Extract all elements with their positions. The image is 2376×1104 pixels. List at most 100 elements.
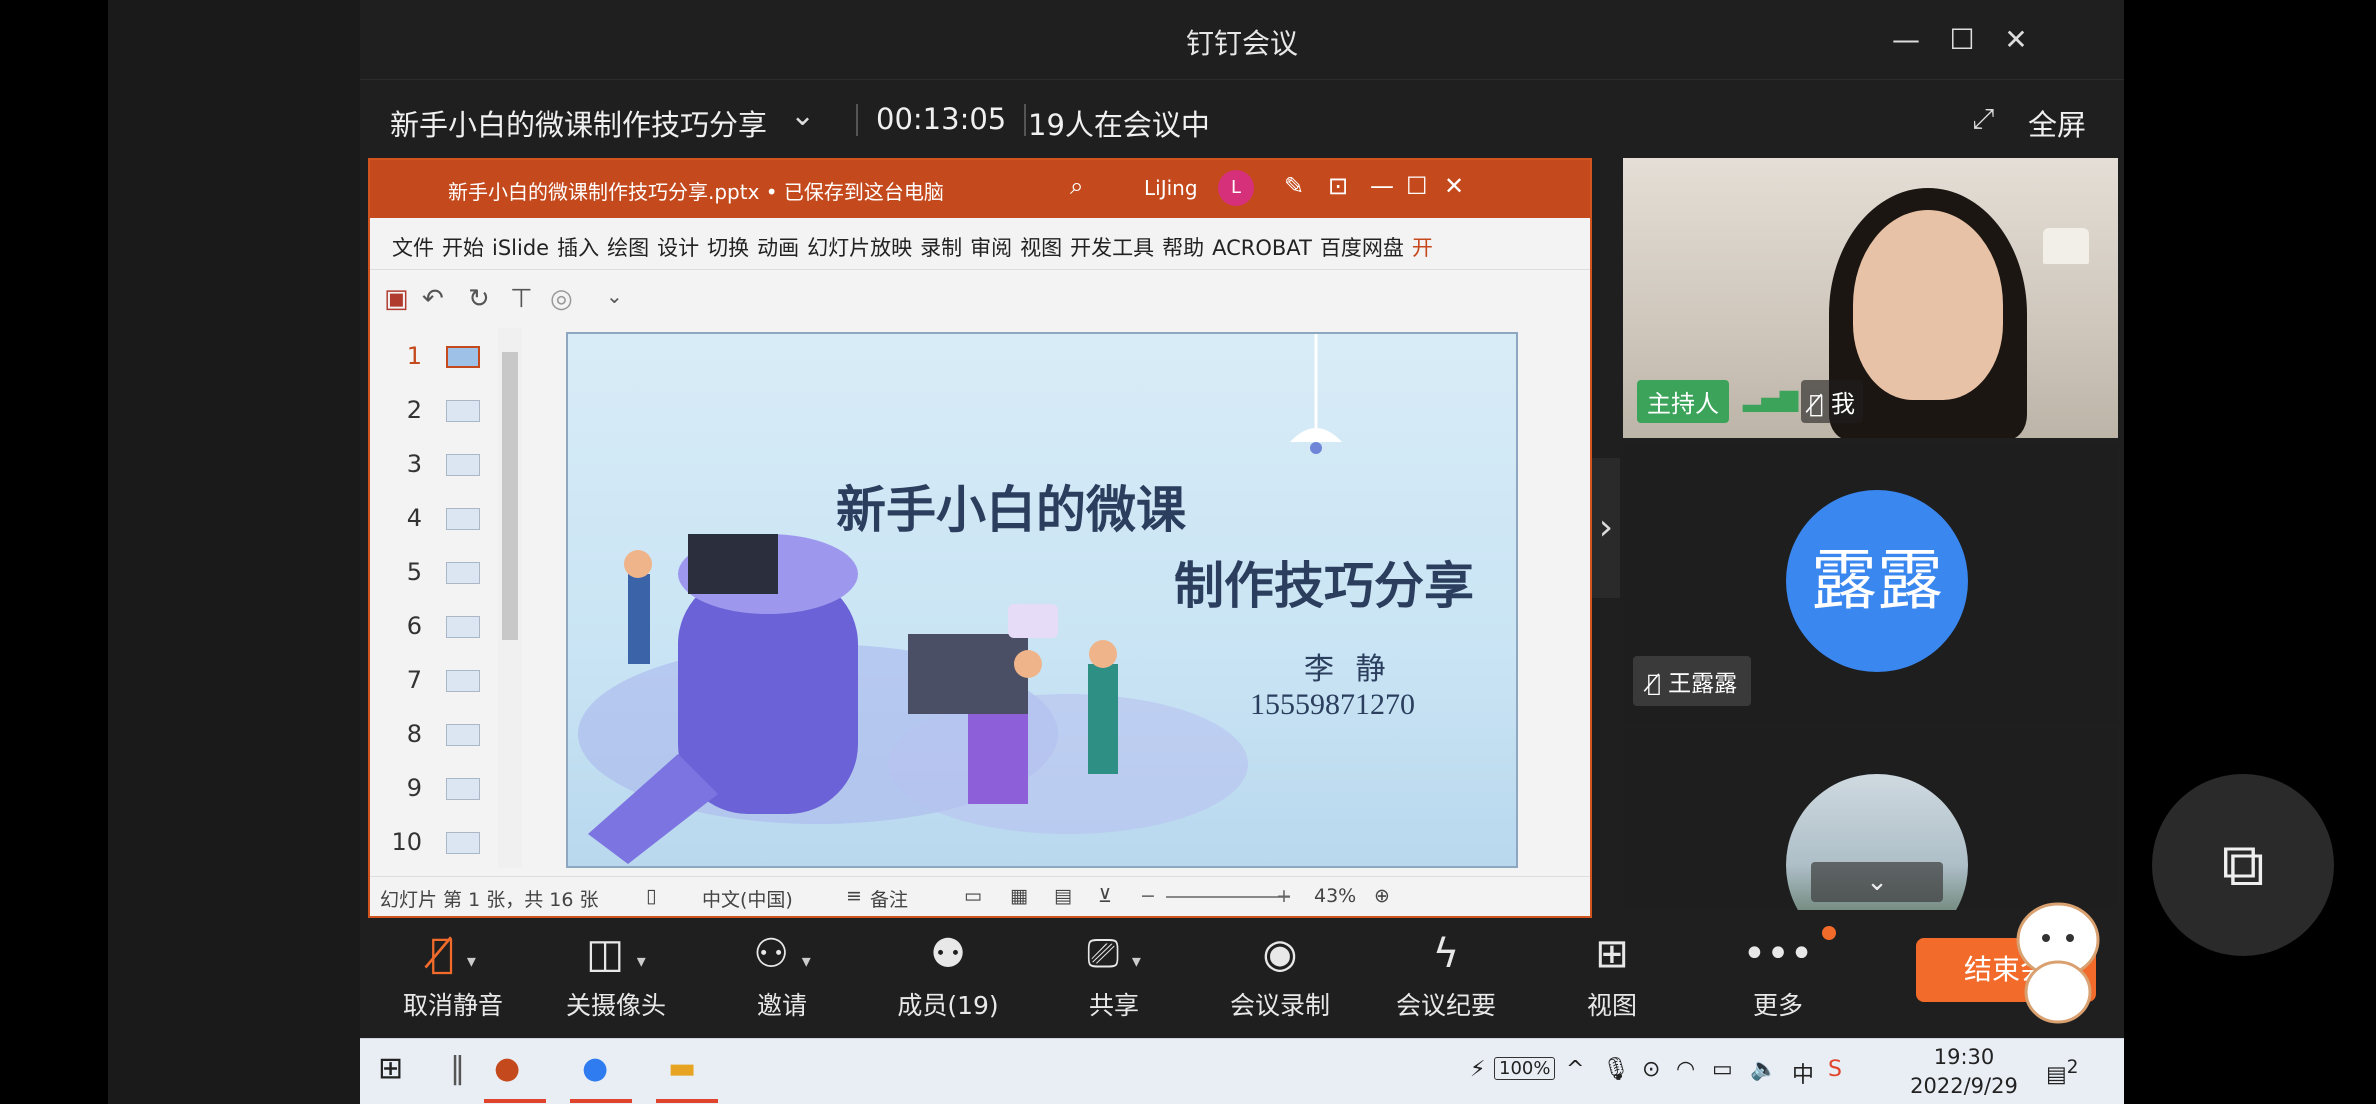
plug-icon[interactable]: ⚡ [1470, 1057, 1485, 1082]
ribbon-tab[interactable]: 录制 [920, 218, 962, 262]
file-explorer-icon[interactable]: ▬ [668, 1051, 696, 1086]
ribbon-tab[interactable]: 动画 [757, 218, 799, 262]
slide-thumbnail[interactable]: 5 [388, 548, 508, 598]
accessibility-icon[interactable]: ▯ [646, 885, 656, 907]
ribbon-tab[interactable]: 百度网盘 [1320, 218, 1404, 262]
ppt-minimize-icon[interactable]: — [1370, 172, 1394, 200]
members-button[interactable]: ⚉ 成员(19) [868, 928, 1028, 1022]
fullscreen-icon[interactable]: ⤢ [1972, 102, 1994, 136]
usb-icon[interactable]: ▭ [1712, 1057, 1733, 1082]
ribbon-tab[interactable]: ACROBAT [1212, 222, 1312, 260]
unmute-button[interactable]: 🎙̸ ▾ 取消静音 [373, 928, 533, 1022]
search-icon[interactable]: ⌕ [1070, 172, 1083, 200]
slide-thumbnail[interactable]: 2 [388, 386, 508, 436]
language-indicator[interactable]: 中文(中国) [702, 885, 793, 912]
chevron-down-icon[interactable]: ⌄ [1811, 862, 1943, 902]
start-icon[interactable]: ⊞ [378, 1051, 403, 1086]
powerpoint-icon[interactable]: ● [494, 1051, 520, 1086]
chevron-down-icon[interactable]: ⌄ [790, 98, 815, 133]
slide-thumbnail[interactable]: 10 [388, 818, 508, 868]
participant-count[interactable]: 19人在会议中 [1028, 102, 1210, 144]
slide-thumbnail[interactable]: 4 [388, 494, 508, 544]
minimize-button[interactable]: — [1884, 18, 1928, 62]
normal-view-icon[interactable]: ▭ [964, 885, 982, 907]
ribbon-tab[interactable]: 开发工具 [1070, 218, 1154, 262]
ppt-filename[interactable]: 新手小白的微课制作技巧分享.pptx • 已保存到这台电脑 [448, 176, 944, 205]
battery-indicator[interactable]: 100% [1494, 1057, 1556, 1080]
slide-thumbnail[interactable]: 3 [388, 440, 508, 490]
fit-slide-icon[interactable]: ⊕ [1374, 885, 1390, 907]
chevron-up-icon[interactable]: ^ [1566, 1057, 1584, 1082]
meeting-title[interactable]: 新手小白的微课制作技巧分享 [390, 102, 767, 144]
slideshow-icon[interactable]: ⊻ [1098, 885, 1112, 907]
microphone-icon[interactable]: 🎙 [1602, 1057, 1630, 1082]
security-icon[interactable]: ⊙ [1642, 1057, 1660, 1082]
share-button[interactable]: ⎚ ▾ 共享 [1034, 928, 1194, 1022]
caret-down-icon[interactable]: ▾ [802, 951, 811, 972]
customize-qat-icon[interactable]: ⌄ [606, 284, 623, 308]
minutes-button[interactable]: ϟ 会议纪要 [1366, 928, 1526, 1022]
slide-thumbnail[interactable]: 6 [388, 602, 508, 652]
thumbnail-scrollbar[interactable] [498, 328, 522, 868]
undo-icon[interactable]: ↶ [422, 284, 444, 314]
zoom-in-icon[interactable]: + [1276, 885, 1292, 907]
record-button[interactable]: ◉ 会议录制 [1200, 928, 1360, 1022]
speaker-icon[interactable]: 🔈 [1750, 1057, 1777, 1082]
notification-icon[interactable]: ▤2 [2046, 1057, 2078, 1087]
ribbon-tab[interactable]: iSlide [492, 222, 549, 260]
zoom-level[interactable]: 43% [1314, 885, 1356, 907]
reading-view-icon[interactable]: ▤ [1054, 885, 1072, 907]
ribbon-tab[interactable]: 设计 [657, 218, 699, 262]
slide-thumbnail[interactable]: 7 [388, 656, 508, 706]
view-button[interactable]: ⊞ 视图 [1532, 928, 1692, 1022]
ribbon-tab[interactable]: 开 [1412, 218, 1433, 262]
designer-icon[interactable]: ✎ [1284, 172, 1304, 200]
record-label: 会议录制 [1229, 991, 1330, 1020]
ribbon-tab[interactable]: 绘图 [607, 218, 649, 262]
slide-thumbnail[interactable]: 9 [388, 764, 508, 814]
caret-down-icon[interactable]: ▾ [467, 951, 476, 972]
ime-indicator[interactable]: 中 [1792, 1057, 1814, 1089]
collapse-panel-button[interactable]: › [1592, 458, 1620, 598]
shapes-icon[interactable]: ◎ [550, 284, 573, 314]
wifi-icon[interactable]: ◠ [1676, 1057, 1695, 1082]
avatar[interactable]: L [1218, 170, 1254, 206]
notes-icon[interactable]: ≡ [846, 885, 862, 907]
invite-button[interactable]: ⚇ ▾ 邀请 [702, 928, 862, 1022]
ribbon-tab[interactable]: 审阅 [970, 218, 1012, 262]
caret-down-icon[interactable]: ▾ [637, 951, 646, 972]
zoom-slider[interactable] [1166, 896, 1290, 898]
format-painter-icon[interactable]: ⊤ [510, 284, 533, 314]
close-button[interactable]: ✕ [1994, 18, 2038, 62]
caret-down-icon[interactable]: ▾ [1132, 951, 1141, 972]
more-button[interactable]: ••• 更多 [1698, 928, 1858, 1022]
slide-scrollbar[interactable] [1564, 328, 1590, 868]
zoom-out-icon[interactable]: − [1140, 885, 1156, 907]
ribbon-tab[interactable]: 帮助 [1162, 218, 1204, 262]
fullscreen-button[interactable]: 全屏 [2028, 102, 2086, 144]
maximize-button[interactable]: ☐ [1940, 18, 1984, 62]
slide-thumbnail[interactable]: 8 [388, 710, 508, 760]
ribbon-display-icon[interactable]: ⊡ [1328, 172, 1348, 200]
ribbon-tab[interactable]: 幻灯片放映 [807, 218, 912, 262]
ribbon-tab[interactable]: 视图 [1020, 218, 1062, 262]
ribbon-tab[interactable]: 文件 [392, 218, 434, 262]
slide-canvas[interactable]: 新手小白的微课 制作技巧分享 李 静 15559871270 [566, 332, 1518, 868]
camera-button[interactable]: ◫ ▾ 关摄像头 [536, 928, 696, 1022]
video-self[interactable]: 主持人 ▂▄▆ 🎙̸ 我 [1623, 158, 2118, 438]
switch-device-icon[interactable]: ⧉ [2152, 774, 2334, 956]
dingtalk-meeting-icon[interactable]: ● [582, 1051, 608, 1086]
video-participant[interactable]: 露露 🎙̸ 王露露 [1623, 444, 2118, 724]
save-icon[interactable]: ▣ [384, 284, 409, 314]
ribbon-tab[interactable]: 切换 [707, 218, 749, 262]
ribbon-tab[interactable]: 插入 [557, 218, 599, 262]
redo-icon[interactable]: ↻ [468, 284, 490, 314]
ribbon-tab[interactable]: 开始 [442, 218, 484, 262]
clock[interactable]: 19:30 2022/9/29 [1908, 1043, 2020, 1101]
slide-sorter-icon[interactable]: ▦ [1010, 885, 1028, 907]
ppt-maximize-icon[interactable]: ☐ [1406, 172, 1428, 200]
ppt-close-icon[interactable]: ✕ [1444, 172, 1464, 200]
sogou-icon[interactable]: S [1828, 1057, 1842, 1082]
slide-thumbnail[interactable]: 1 [388, 332, 508, 382]
notes-button[interactable]: 备注 [870, 885, 908, 912]
